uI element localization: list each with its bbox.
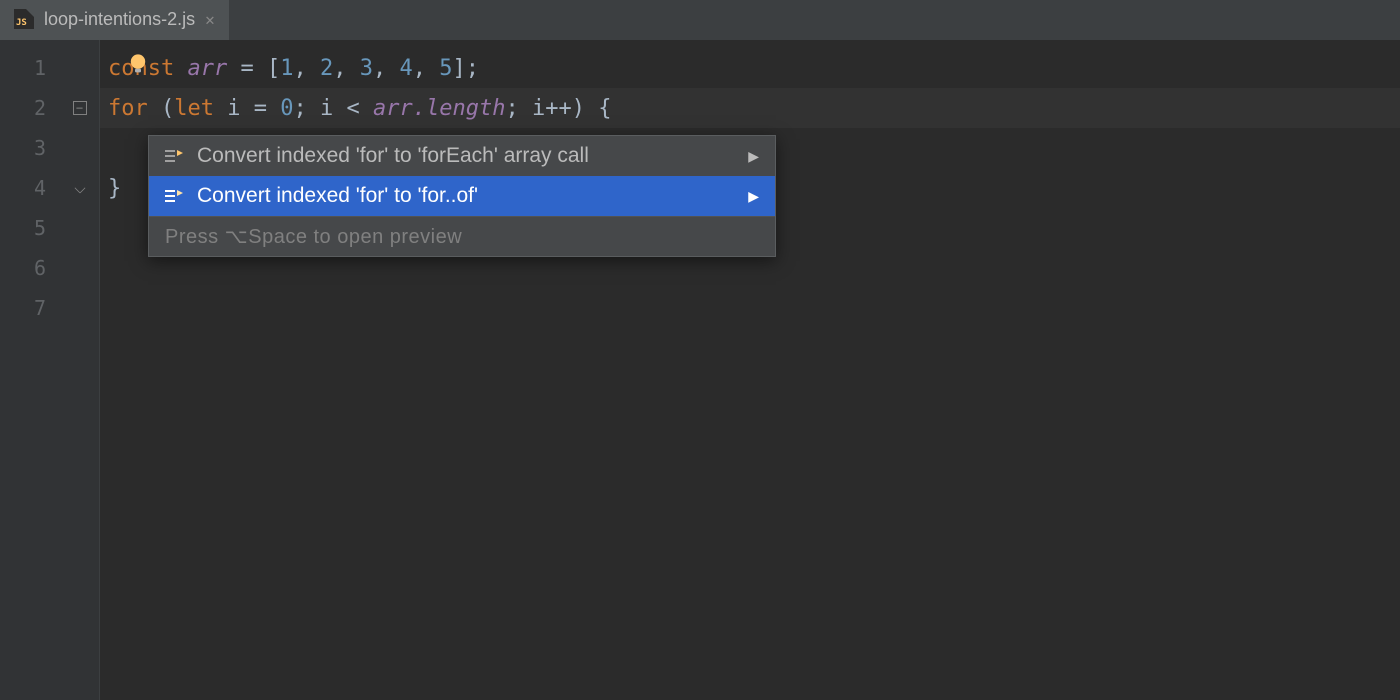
- intention-label: Convert indexed 'for' to 'forEach' array…: [197, 144, 589, 168]
- intention-item-forof[interactable]: Convert indexed 'for' to 'for..of' ▶: [149, 176, 775, 216]
- line-number: 4: [0, 168, 60, 208]
- line-number: 5: [0, 208, 60, 248]
- line-number-gutter: 1 2 3 4 5 6 7: [0, 40, 60, 700]
- intention-icon: [165, 188, 185, 204]
- intention-footer-hint: Press ⌥Space to open preview: [149, 216, 775, 256]
- line-number: 1: [0, 48, 60, 88]
- keyword-let: let: [174, 96, 214, 121]
- submenu-arrow-icon: ▶: [748, 148, 759, 165]
- tab-filename: loop-intentions-2.js: [44, 9, 195, 30]
- js-file-icon: JS: [14, 9, 34, 29]
- submenu-arrow-icon: ▶: [748, 188, 759, 205]
- line-number: 7: [0, 288, 60, 328]
- intention-popup: Convert indexed 'for' to 'forEach' array…: [148, 135, 776, 257]
- line-number: 3: [0, 128, 60, 168]
- line-number: 2: [0, 88, 60, 128]
- code-line[interactable]: [100, 288, 1400, 328]
- file-tab[interactable]: JS loop-intentions-2.js ✕: [0, 0, 229, 40]
- code-line-current[interactable]: for (let i = 0; i < arr.length; i++) {: [100, 88, 1400, 128]
- close-icon[interactable]: ✕: [205, 10, 215, 29]
- intention-item-foreach[interactable]: Convert indexed 'for' to 'forEach' array…: [149, 136, 775, 176]
- tab-bar: JS loop-intentions-2.js ✕: [0, 0, 1400, 40]
- code-line[interactable]: const arr = [1, 2, 3, 4, 5];: [100, 48, 1400, 88]
- intention-bulb-icon[interactable]: [128, 52, 148, 72]
- intention-icon: [165, 148, 185, 164]
- fold-gutter: [60, 40, 100, 700]
- intention-label: Convert indexed 'for' to 'for..of': [197, 184, 478, 208]
- fold-end-icon[interactable]: [74, 182, 85, 193]
- keyword-for: for: [108, 96, 148, 121]
- line-number: 6: [0, 248, 60, 288]
- fold-collapse-icon[interactable]: [73, 101, 87, 115]
- identifier: arr: [187, 56, 227, 81]
